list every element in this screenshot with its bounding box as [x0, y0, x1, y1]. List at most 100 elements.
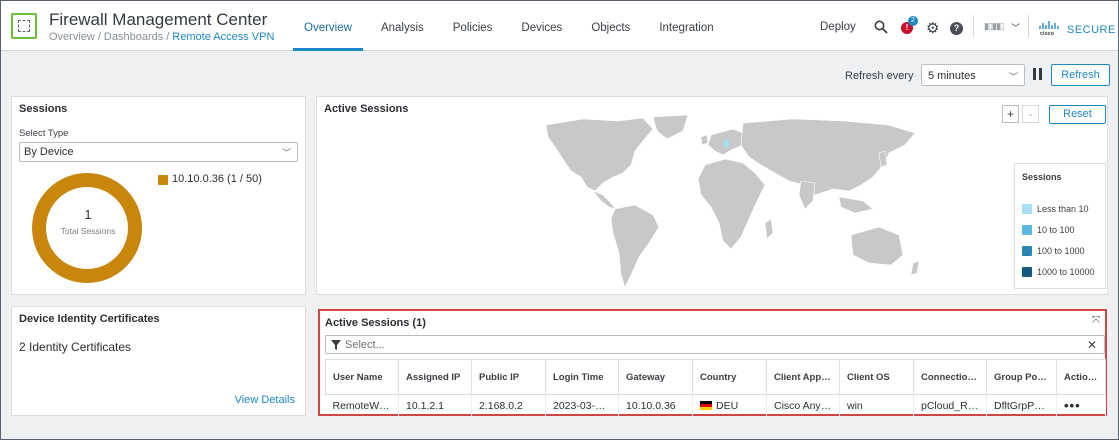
cell-client-os: win [839, 394, 914, 417]
legend-label: 10 to 100 [1037, 225, 1075, 235]
cell-country: DEU [692, 394, 767, 417]
tab-analysis[interactable]: Analysis [370, 1, 435, 51]
column-header-client-application[interactable]: Client Applic... [766, 359, 840, 395]
expand-icon[interactable]: ⤧ [1092, 315, 1100, 326]
column-header-client-os[interactable]: Client OS [839, 359, 914, 395]
pause-icon[interactable] [1033, 68, 1042, 80]
refresh-label: Refresh every [845, 70, 914, 82]
column-header-public-ip[interactable]: Public IP [471, 359, 546, 395]
country-code: DEU [716, 399, 739, 412]
divider [973, 15, 974, 37]
column-header-country[interactable]: Country [692, 359, 767, 395]
tab-policies[interactable]: Policies [442, 1, 504, 51]
legend-swatch [1022, 246, 1032, 256]
legend-swatch [158, 175, 168, 185]
breadcrumb-overview[interactable]: Overview [49, 31, 95, 43]
sessions-table: User Name Assigned IP Public IP Login Ti… [325, 359, 1106, 417]
select-type-value: By Device [24, 146, 74, 158]
device-legend: 10.10.0.36 (1 / 50) [172, 173, 262, 185]
column-header-assigned-ip[interactable]: Assigned IP [398, 359, 472, 395]
reset-button[interactable]: Reset [1049, 105, 1106, 124]
map-legend: Sessions Less than 10 10 to 100 100 to 1… [1014, 163, 1106, 289]
gear-icon[interactable]: ⚙ [926, 19, 939, 37]
column-header-connection-profile[interactable]: Connection P... [913, 359, 987, 395]
legend-swatch [1022, 204, 1032, 214]
user-menu[interactable]: ▮▯▮▮▯ [984, 21, 1005, 32]
chevron-down-icon: ﹀ [281, 148, 291, 158]
cell-group-policy: DfltGrpPolicy [986, 394, 1057, 417]
map-title: Active Sessions [324, 103, 409, 115]
legend-label: 100 to 1000 [1037, 246, 1085, 256]
filter-input[interactable] [345, 337, 1065, 352]
column-header-login-time[interactable]: Login Time [545, 359, 619, 395]
cell-assigned-ip: 10.1.2.1 [398, 394, 472, 417]
zoom-in-button[interactable]: + [1002, 105, 1019, 123]
deploy-button[interactable]: Deploy [820, 21, 856, 33]
world-map[interactable] [543, 115, 933, 291]
total-sessions-label: Total Sessions [60, 226, 116, 236]
zoom-out-button[interactable]: - [1022, 105, 1039, 123]
breadcrumb-dashboards[interactable]: Dashboards [104, 31, 163, 43]
refresh-interval-select[interactable]: 5 minutes ﹀ [921, 64, 1025, 86]
breadcrumb: Overview / Dashboards / Remote Access VPN [49, 31, 275, 43]
germany-flag-icon [700, 400, 712, 410]
select-type-dropdown[interactable]: By Device ﹀ [19, 142, 298, 162]
search-icon[interactable] [874, 20, 888, 34]
table-header-row: User Name Assigned IP Public IP Login Ti… [325, 359, 1106, 395]
refresh-interval-value: 5 minutes [928, 70, 976, 82]
chevron-down-icon[interactable]: ﹀ [1011, 21, 1020, 34]
filter-bar[interactable]: ✕ [325, 335, 1105, 354]
cell-connection-profile: pCloud_RA_... [913, 394, 987, 417]
column-header-group-policy[interactable]: Group Policy [986, 359, 1057, 395]
cell-public-ip: 2.168.0.2 [471, 394, 546, 417]
active-sessions-table-panel: Active Sessions (1) ⤧ ✕ User Name Assign… [318, 309, 1107, 417]
tab-overview[interactable]: Overview [293, 1, 363, 51]
map-legend-title: Sessions [1022, 172, 1062, 182]
breadcrumb-current[interactable]: Remote Access VPN [172, 31, 274, 43]
tab-integration[interactable]: Integration [648, 1, 724, 51]
cell-gateway: 10.10.0.36 [618, 394, 693, 417]
chevron-down-icon: ﹀ [1008, 72, 1018, 82]
column-header-gateway[interactable]: Gateway [618, 359, 693, 395]
select-type-label: Select Type [19, 128, 69, 139]
tab-devices[interactable]: Devices [510, 1, 573, 51]
cisco-logo-icon: cisco [1039, 21, 1059, 36]
active-sessions-map-panel: Active Sessions + - Reset Sessions Less … [316, 96, 1108, 295]
cell-client-application: Cisco AnyC... [766, 394, 840, 417]
column-header-user-name[interactable]: User Name [325, 359, 399, 395]
sessions-title: Sessions [19, 103, 68, 115]
help-icon[interactable]: ? [950, 22, 963, 35]
certificates-title: Device Identity Certificates [19, 313, 160, 325]
app-title: Firewall Management Center [49, 10, 268, 29]
alert-count-badge: 2 [908, 16, 918, 26]
legend-label: Less than 10 [1037, 204, 1089, 214]
svg-text:cisco: cisco [1040, 31, 1055, 36]
legend-swatch [1022, 225, 1032, 235]
cell-user-name: RemoteWorker [325, 394, 399, 417]
legend-item: 1000 to 10000 [1022, 267, 1095, 277]
view-details-link[interactable]: View Details [235, 394, 295, 406]
legend-item: 100 to 1000 [1022, 246, 1085, 256]
total-sessions-value: 1 [84, 207, 92, 222]
certificate-count: 2 Identity Certificates [19, 340, 132, 354]
sessions-panel: Sessions Select Type By Device ﹀ 1 Total… [11, 96, 306, 295]
legend-item: Less than 10 [1022, 204, 1089, 214]
table-row[interactable]: RemoteWorker 10.1.2.1 2.168.0.2 2023-03-… [325, 394, 1106, 417]
cell-login-time: 2023-03-16... [545, 394, 619, 417]
brand-secure: SECURE [1067, 24, 1116, 36]
close-icon[interactable]: ✕ [1087, 338, 1097, 352]
tab-objects[interactable]: Objects [580, 1, 641, 51]
main-nav: Overview Analysis Policies Devices Objec… [293, 1, 732, 51]
legend-swatch [1022, 267, 1032, 277]
column-header-actions: Actions [1056, 359, 1106, 395]
divider [1028, 15, 1029, 37]
app-logo-icon [11, 13, 37, 39]
legend-item: 10 to 100 [1022, 225, 1075, 235]
filter-icon [331, 340, 341, 350]
more-actions-icon[interactable]: ••• [1064, 398, 1081, 413]
certificates-panel: Device Identity Certificates 2 Identity … [11, 306, 306, 416]
cell-actions: ••• [1056, 394, 1106, 417]
legend-label: 1000 to 10000 [1037, 267, 1095, 277]
refresh-button[interactable]: Refresh [1051, 64, 1110, 86]
germany-session-region[interactable] [723, 140, 729, 147]
